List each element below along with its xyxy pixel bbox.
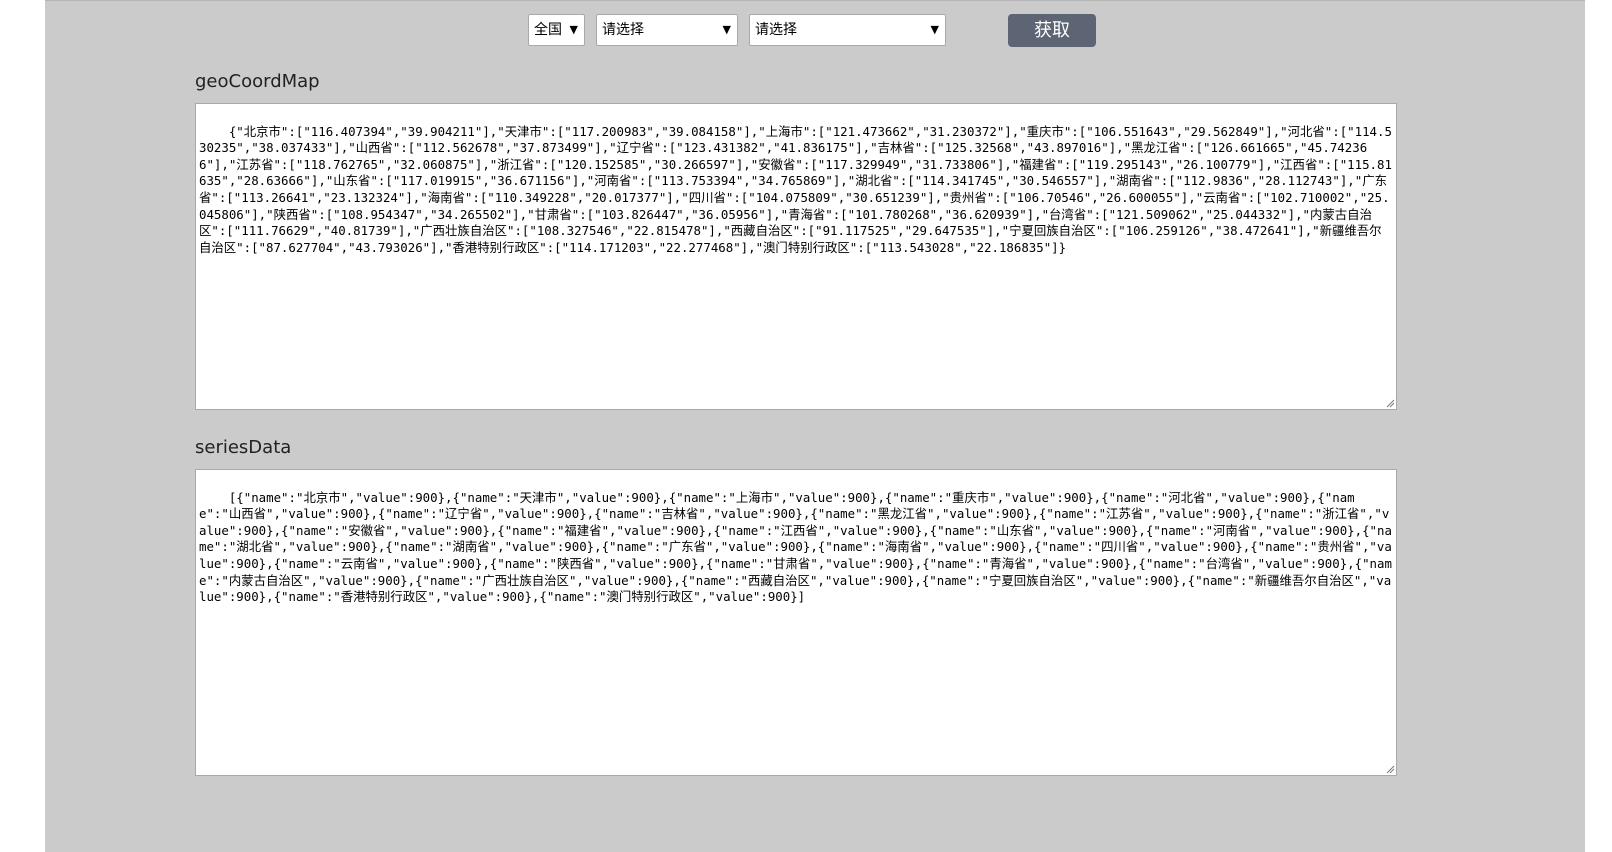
main-panel: 全国 ▼ 请选择 ▼ 请选择 ▼ 获取 geoCoordMap {"北京市":[… bbox=[45, 0, 1585, 852]
toolbar: 全国 ▼ 请选择 ▼ 请选择 ▼ 获取 bbox=[45, 14, 1585, 48]
series-data-textarea[interactable]: [{"name":"北京市","value":900},{"name":"天津市… bbox=[195, 469, 1397, 776]
series-data-content: [{"name":"北京市","value":900},{"name":"天津市… bbox=[199, 489, 1392, 605]
geo-coord-map-textarea[interactable]: {"北京市":["116.407394","39.904211"],"天津市":… bbox=[195, 103, 1397, 410]
city-select-value: 请选择 bbox=[755, 22, 797, 38]
geo-coord-map-label: geoCoordMap bbox=[195, 71, 320, 92]
fetch-button[interactable]: 获取 bbox=[1008, 14, 1096, 47]
city-select[interactable]: 请选择 ▼ bbox=[749, 14, 946, 46]
region-select-value: 全国 bbox=[534, 22, 562, 38]
dropdown-arrow-icon: ▼ bbox=[930, 23, 939, 36]
dropdown-arrow-icon: ▼ bbox=[569, 23, 578, 36]
resize-grip-icon[interactable] bbox=[1386, 399, 1395, 408]
province-select-value: 请选择 bbox=[602, 22, 644, 38]
series-data-label: seriesData bbox=[195, 437, 292, 458]
region-select[interactable]: 全国 ▼ bbox=[528, 14, 585, 46]
province-select[interactable]: 请选择 ▼ bbox=[596, 14, 738, 46]
dropdown-arrow-icon: ▼ bbox=[722, 23, 731, 36]
resize-grip-icon[interactable] bbox=[1386, 765, 1395, 774]
geo-coord-map-content: {"北京市":["116.407394","39.904211"],"天津市":… bbox=[199, 123, 1392, 255]
